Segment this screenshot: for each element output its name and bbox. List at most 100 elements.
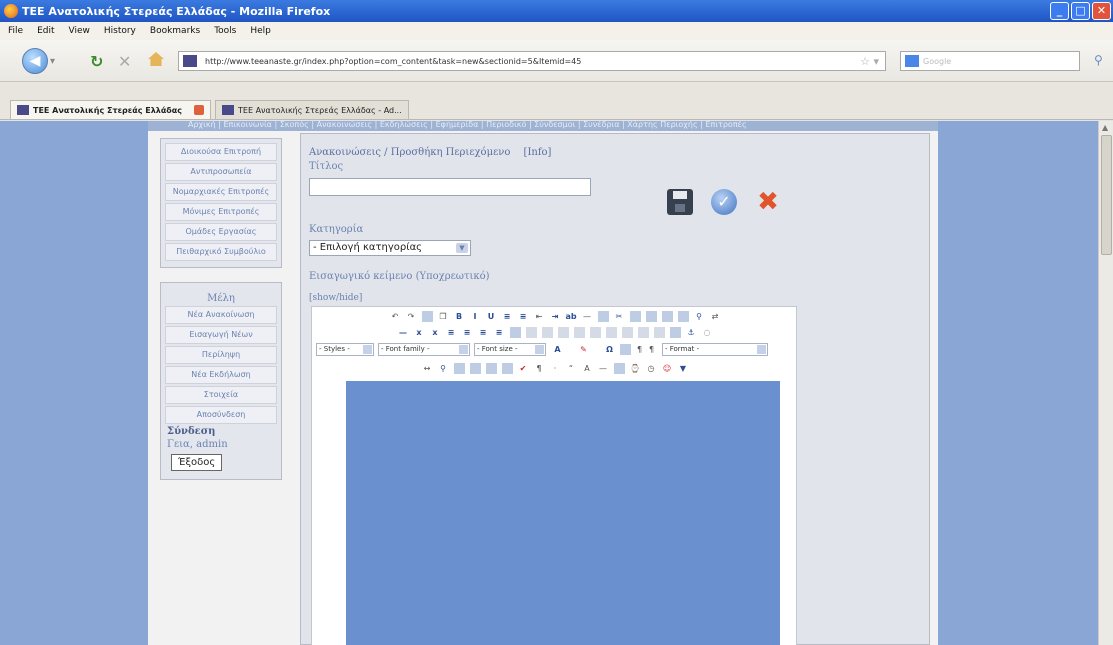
del-icon[interactable]: — [598, 363, 609, 374]
url-bar[interactable]: http://www.teeanaste.gr/index.php?option… [178, 51, 886, 71]
template-icon[interactable] [485, 363, 497, 374]
cancel-x-icon[interactable]: ✖ [755, 189, 781, 215]
paste-text-icon[interactable] [661, 311, 673, 322]
sidebar-item[interactable]: Ομάδες Εργασίας [165, 223, 277, 241]
replace-icon[interactable]: ⇄ [710, 311, 721, 322]
paste-word-icon[interactable] [677, 311, 689, 322]
align-center-icon[interactable]: ≡ [462, 327, 473, 338]
unlink-icon[interactable]: ◌ [702, 327, 713, 338]
layer-icon[interactable] [501, 363, 513, 374]
cite-icon[interactable]: “ [566, 363, 577, 374]
image-icon[interactable] [597, 311, 609, 322]
scrollbar-thumb[interactable] [1101, 135, 1112, 255]
fullscreen-icon[interactable]: ↔ [422, 363, 433, 374]
bullet-list-icon[interactable]: ≡ [502, 311, 513, 322]
showhide-link[interactable]: [show/hide] [309, 293, 362, 303]
undo-icon[interactable]: ↶ [390, 311, 401, 322]
search-bar[interactable]: Google [900, 51, 1080, 71]
members-item[interactable]: Αποσύνδεση [165, 406, 277, 424]
save-icon[interactable] [667, 189, 693, 215]
split-cells-icon[interactable] [637, 327, 649, 338]
menu-edit[interactable]: Edit [37, 26, 54, 36]
members-item[interactable]: Περίληψη [165, 346, 277, 364]
members-item[interactable]: Στοιχεία [165, 386, 277, 404]
stop-icon[interactable]: ✕ [118, 52, 131, 71]
tab-admin[interactable]: TEE Ανατολικής Στερεάς Ελλάδας - Ad... [215, 100, 409, 119]
styles-select[interactable]: - Styles - [316, 343, 374, 356]
highlight-color-icon[interactable]: ✎ [578, 344, 589, 355]
minimize-button[interactable]: _ [1050, 2, 1069, 20]
align-justify-icon[interactable]: ≡ [494, 327, 505, 338]
italic-icon[interactable]: I [470, 311, 481, 322]
media-icon[interactable] [469, 363, 481, 374]
sidebar-item[interactable]: Μόνιμες Επιτροπές [165, 203, 277, 221]
cleanup-icon[interactable] [421, 311, 433, 322]
rtl-icon[interactable]: ¶ [646, 344, 657, 355]
site-top-nav[interactable]: Αρχική | Επικοινωνία | Σκοπός | Ανακοινώ… [148, 121, 938, 131]
merge-cells-icon[interactable] [653, 327, 665, 338]
insert-time-icon[interactable]: ◷ [646, 363, 657, 374]
table-icon[interactable] [525, 327, 537, 338]
info-link[interactable]: [Info] [524, 147, 552, 158]
tab-site[interactable]: TEE Ανατολικής Στερεάς Ελλάδας [10, 100, 212, 119]
menu-bookmarks[interactable]: Bookmarks [150, 26, 200, 36]
sidebar-item[interactable]: Νομαρχιακές Επιτροπές [165, 183, 277, 201]
sidebar-item[interactable]: Πειθαρχικό Συμβούλιο [165, 243, 277, 261]
outdent-icon[interactable]: ⇤ [534, 311, 545, 322]
home-icon[interactable] [148, 52, 164, 66]
insert-col-icon[interactable] [605, 327, 617, 338]
search-magnifier-icon[interactable]: ⚲ [1094, 53, 1103, 67]
emoticon-icon[interactable]: ☺ [662, 363, 673, 374]
redo-icon[interactable]: ↷ [406, 311, 417, 322]
numbered-list-icon[interactable]: ≡ [518, 311, 529, 322]
members-item[interactable]: Νέα Ανακοίνωση [165, 306, 277, 324]
special-char-icon[interactable]: Ω [604, 344, 615, 355]
nonbreaking-icon[interactable]: · [550, 363, 561, 374]
tab-close-icon[interactable] [194, 105, 205, 115]
superscript-icon[interactable]: x [430, 327, 441, 338]
back-button[interactable]: ◀ [22, 48, 48, 74]
forward-dropdown-icon[interactable]: ▾ [50, 56, 55, 67]
sidebar-item[interactable]: Διοικούσα Επιτροπή [165, 143, 277, 161]
subscript-icon[interactable]: x [414, 327, 425, 338]
paste-icon[interactable] [645, 311, 657, 322]
visual-aid-icon[interactable] [620, 344, 631, 355]
format-select[interactable]: - Format - [662, 343, 768, 356]
ltr-icon[interactable]: ¶ [634, 344, 645, 355]
cell-props-icon[interactable] [557, 327, 569, 338]
apply-check-icon[interactable]: ✓ [711, 189, 737, 215]
copy-icon[interactable] [629, 311, 641, 322]
members-item[interactable]: Νέα Εκδήλωση [165, 366, 277, 384]
menu-view[interactable]: View [69, 26, 90, 36]
acronym-icon[interactable]: A [582, 363, 593, 374]
spellcheck-icon[interactable]: ✔ [518, 363, 529, 374]
members-item[interactable]: Εισαγωγή Νέων [165, 326, 277, 344]
close-button[interactable]: ✕ [1092, 2, 1111, 20]
title-input[interactable] [309, 178, 591, 196]
vertical-scrollbar[interactable]: ▲ [1098, 121, 1113, 645]
menu-help[interactable]: Help [250, 26, 271, 36]
edit-css-icon[interactable] [509, 327, 521, 338]
preview-icon[interactable]: ⚲ [438, 363, 449, 374]
scroll-up-icon[interactable]: ▲ [1102, 123, 1108, 132]
delete-row-icon[interactable] [589, 327, 601, 338]
underline-icon[interactable]: U [486, 311, 497, 322]
logout-button[interactable]: Έξοδος [171, 454, 223, 471]
bold-icon[interactable]: B [454, 311, 465, 322]
row-props-icon[interactable] [541, 327, 553, 338]
abbreviation-icon[interactable]: ab [566, 311, 577, 322]
hr-icon[interactable]: — [398, 327, 409, 338]
font-family-select[interactable]: - Font family - [378, 343, 470, 356]
align-right-icon[interactable]: ≡ [478, 327, 489, 338]
insert-row-icon[interactable] [573, 327, 585, 338]
menu-tools[interactable]: Tools [214, 26, 236, 36]
print-icon[interactable] [453, 363, 465, 374]
pilcrow-icon[interactable]: ¶ [534, 363, 545, 374]
horizontal-rule-icon[interactable]: — [582, 311, 593, 322]
font-size-select[interactable]: - Font size - [474, 343, 546, 356]
media-dropdown-icon[interactable]: ▼ [678, 363, 689, 374]
link-icon[interactable] [669, 327, 681, 338]
editor-text-area[interactable] [346, 381, 780, 645]
align-left-icon[interactable]: ≡ [446, 327, 457, 338]
sidebar-item[interactable]: Αντιπροσωπεία [165, 163, 277, 181]
